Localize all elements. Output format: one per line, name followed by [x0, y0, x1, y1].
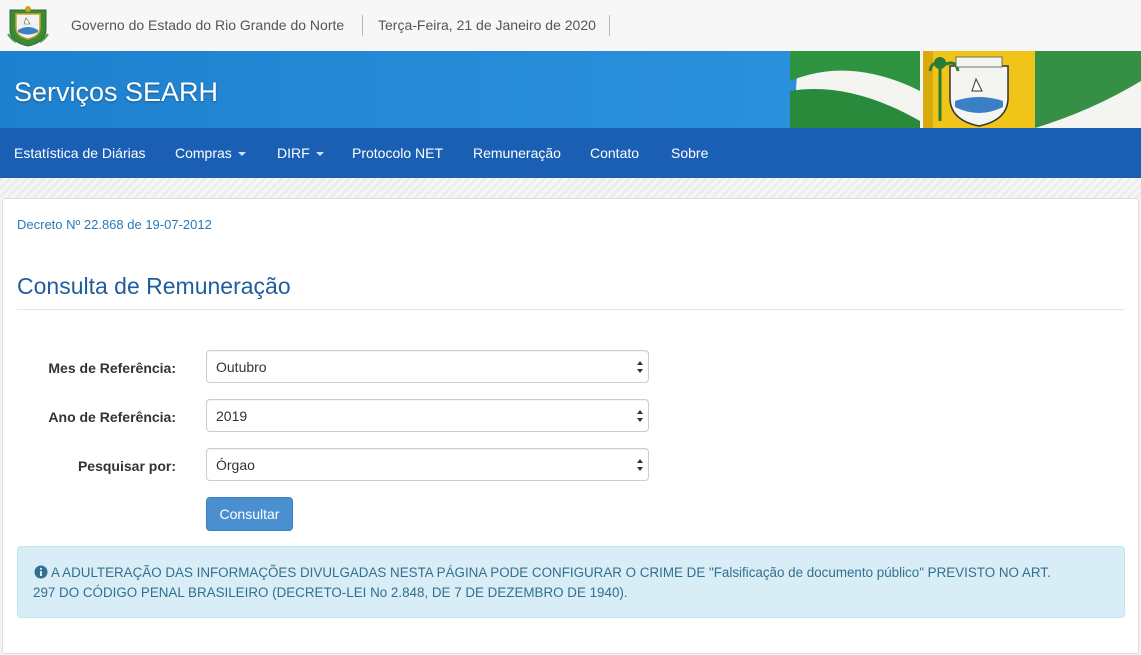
updown-arrows-icon [637, 361, 643, 373]
divider [609, 15, 610, 36]
month-select[interactable]: Outubro [206, 350, 649, 383]
info-circle-icon [34, 565, 48, 579]
nav-item-sobre[interactable]: Sobre [671, 145, 708, 161]
updown-arrows-icon [637, 410, 643, 422]
divider [362, 15, 363, 36]
nav-item-label: DIRF [277, 145, 310, 161]
current-date: Terça-Feira, 21 de Janeiro de 2020 [378, 17, 596, 33]
page-title: Consulta de Remuneração [17, 273, 291, 299]
decree-link[interactable]: Decreto Nº 22.868 de 19-07-2012 [17, 217, 212, 232]
government-top-bar: Governo do Estado do Rio Grande do Norte… [0, 0, 1141, 52]
chevron-down-icon [315, 152, 324, 157]
year-select[interactable]: 2019 [206, 399, 649, 432]
nav-item-protocolo-net[interactable]: Protocolo NET [352, 145, 443, 161]
search-by-label: Pesquisar por: [77, 458, 176, 474]
alert-text-line-2: 297 DO CÓDIGO PENAL BRASILEIRO (DECRETO-… [33, 585, 628, 600]
month-label: Mes de Referência: [48, 360, 176, 376]
search-by-select[interactable]: Órgao [206, 448, 649, 481]
main-navbar: Estatística de Diárias Compras DIRF Prot… [0, 128, 1141, 178]
year-select-value: 2019 [216, 408, 248, 424]
year-label: Ano de Referência: [48, 409, 176, 425]
site-banner: Serviços SEARH [0, 51, 1141, 128]
decorative-stripe [0, 178, 1141, 200]
nav-item-estatistica-diarias[interactable]: Estatística de Diárias [14, 145, 146, 161]
nav-item-label: Compras [175, 145, 232, 161]
legal-warning-alert: A ADULTERAÇÃO DAS INFORMAÇÕES DIVULGADAS… [17, 546, 1125, 618]
updown-arrows-icon [637, 459, 643, 471]
divider [17, 309, 1125, 310]
main-panel: Decreto Nº 22.868 de 19-07-2012 Consulta… [2, 198, 1139, 654]
nav-item-contato[interactable]: Contato [590, 145, 639, 161]
consultar-button[interactable]: Consultar [206, 497, 293, 531]
search-by-select-value: Órgao [216, 457, 255, 473]
government-name: Governo do Estado do Rio Grande do Norte [71, 17, 345, 33]
site-title[interactable]: Serviços SEARH [14, 77, 218, 108]
nav-item-remuneracao[interactable]: Remuneração [473, 145, 561, 161]
nav-item-compras[interactable]: Compras [175, 145, 246, 161]
nav-item-dirf[interactable]: DIRF [277, 145, 324, 161]
alert-text-line-1: A ADULTERAÇÃO DAS INFORMAÇÕES DIVULGADAS… [51, 565, 1051, 580]
state-coat-of-arms-icon[interactable] [6, 4, 50, 48]
chevron-down-icon [237, 152, 246, 157]
rn-flag-icon [790, 51, 1141, 128]
month-select-value: Outubro [216, 359, 267, 375]
